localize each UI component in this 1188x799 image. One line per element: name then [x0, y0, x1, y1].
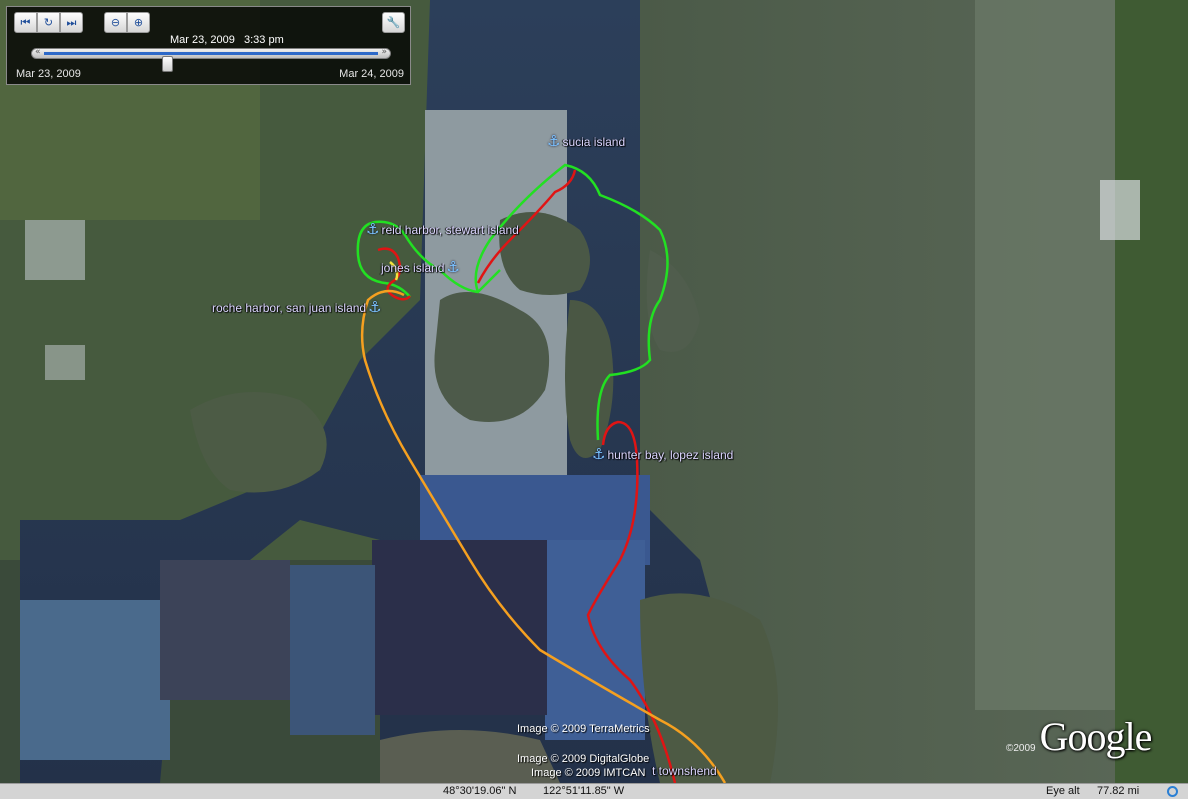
- chevron-left-icon[interactable]: «: [35, 47, 41, 57]
- anchor-icon: ⚓: [368, 298, 382, 316]
- placemark-label: reid harbor, stewart island: [381, 222, 519, 237]
- placemark-label: jones island: [381, 260, 445, 275]
- zoom-in-time-button[interactable]: ⊕: [127, 12, 150, 33]
- water-tile-6: [160, 560, 290, 700]
- current-time-label: Mar 23, 2009 3:33 pm: [170, 34, 284, 46]
- time-slider-range: [44, 52, 378, 55]
- eye-alt-value: 77.82 mi: [1097, 785, 1140, 797]
- credit-imtcan: Image © 2009 IMTCAN: [531, 767, 646, 779]
- time-slider-panel: ⏮ ↻ ⏭ ⊖ ⊕ 🔧 Mar 23, 2009 3:33 pm « » Mar…: [6, 6, 411, 85]
- zoom-out-time-button[interactable]: ⊖: [104, 12, 127, 33]
- water-tile-3: [372, 540, 547, 715]
- google-logo: ©2009 Google: [1006, 713, 1153, 760]
- next-frame-button[interactable]: ⏭: [60, 12, 83, 33]
- cloud-1: [25, 220, 85, 280]
- start-date-label: Mar 23, 2009: [16, 68, 81, 80]
- placemark-sucia-island[interactable]: ⚓ sucia island: [547, 134, 625, 149]
- streaming-indicator-icon: [1167, 786, 1178, 797]
- placemark-hunter-bay[interactable]: ⚓ hunter bay, lopez island: [592, 447, 733, 462]
- anchor-icon: ⚓: [446, 258, 460, 276]
- land-mainland-tile: [975, 0, 1115, 710]
- cloud-2: [45, 345, 85, 380]
- placemark-label: roche harbor, san juan island: [212, 300, 367, 315]
- logo-wordmark: Google: [1039, 714, 1153, 759]
- chevron-right-icon[interactable]: »: [381, 47, 387, 57]
- end-date-label: Mar 24, 2009: [339, 68, 404, 80]
- placemark-roche-harbor[interactable]: ⚓ roche harbor, san juan island: [212, 300, 382, 315]
- satellite-map[interactable]: [0, 0, 1188, 799]
- wrench-icon[interactable]: 🔧: [382, 12, 405, 33]
- credit-digitalglobe: Image © 2009 DigitalGlobe: [517, 753, 650, 765]
- anchor-icon: ⚓: [366, 220, 380, 238]
- placemark-label: hunter bay, lopez island: [607, 447, 734, 462]
- latitude-readout: 48°30'19.06" N: [443, 785, 517, 797]
- anchor-icon: ⚓: [547, 132, 561, 150]
- credit-terrametrics: Image © 2009 TerraMetrics: [517, 723, 650, 735]
- play-button[interactable]: ↻: [37, 12, 60, 33]
- previous-frame-button[interactable]: ⏮: [14, 12, 37, 33]
- time-slider-track[interactable]: « »: [31, 47, 391, 59]
- placemark-label: sucia island: [562, 134, 626, 149]
- placemark-reid-harbor[interactable]: ⚓ reid harbor, stewart island: [366, 222, 519, 237]
- snow-patch: [1100, 180, 1140, 240]
- eye-alt-label: Eye alt: [1046, 785, 1080, 797]
- logo-copyright-year: ©2009: [1006, 743, 1036, 754]
- water-tile-4: [290, 565, 375, 735]
- placemark-port-townshend-partial[interactable]: t townshend: [652, 764, 717, 778]
- placemark-jones-island[interactable]: ⚓ jones island: [381, 260, 460, 275]
- land-peninsula-south: [640, 593, 778, 783]
- status-bar: 48°30'19.06" N 122°51'11.85" W Eye alt 7…: [0, 783, 1188, 799]
- anchor-icon: ⚓: [592, 445, 606, 463]
- land-far-east: [1115, 0, 1188, 783]
- longitude-readout: 122°51'11.85" W: [543, 785, 625, 797]
- time-slider-thumb[interactable]: [161, 56, 173, 72]
- water-tile-2: [545, 540, 645, 740]
- water-tile-5: [20, 600, 170, 760]
- placemark-label: t townshend: [652, 764, 717, 778]
